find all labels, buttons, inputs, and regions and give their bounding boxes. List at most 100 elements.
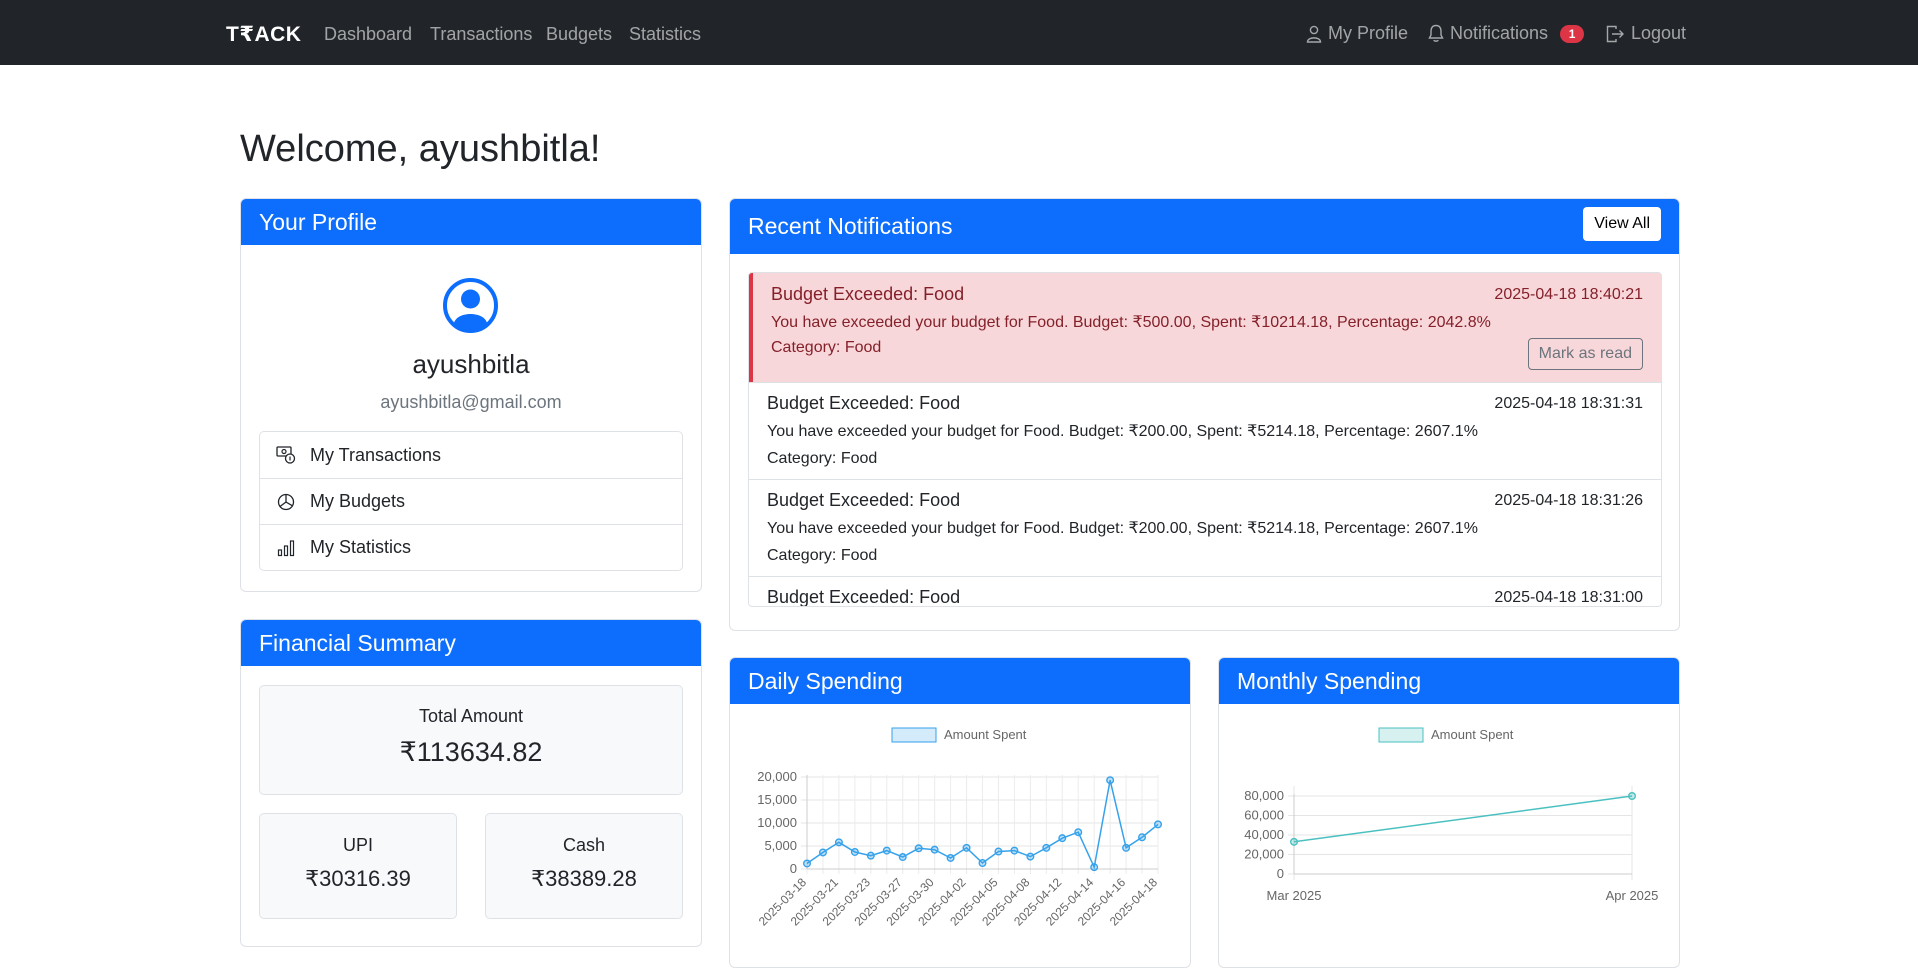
daily-spending-header: Daily Spending	[730, 658, 1190, 704]
data-point	[1042, 843, 1051, 852]
notification-time: 2025-04-18 18:31:00	[1494, 589, 1643, 606]
data-point	[834, 838, 843, 847]
notification-category: Category: Food	[767, 547, 878, 564]
notification-category: Category: Food	[767, 450, 878, 467]
data-point	[1074, 828, 1083, 837]
y-tick-label: 20,000	[1244, 847, 1284, 862]
data-point	[898, 853, 907, 862]
nav-my-profile[interactable]: My Profile	[1306, 23, 1408, 44]
nav-notifications-label: Notifications	[1450, 23, 1549, 43]
monthly-spending-chart: Amount Spent 0 20,000 40,000 60,000 80,000 Mar…	[1244, 727, 1659, 903]
total-amount-label: Total Amount	[418, 706, 524, 726]
data-point	[1154, 820, 1163, 829]
total-amount-box: Total Amount ₹113634.82	[259, 685, 683, 795]
data-point	[1122, 843, 1131, 852]
financial-summary-header: Financial Summary	[241, 620, 701, 666]
legend-swatch	[1378, 727, 1424, 743]
y-tick-label: 15,000	[757, 792, 797, 807]
recent-notifications-title: Recent Notifications	[748, 213, 953, 239]
notification-item: Budget Exceeded: Food 2025-04-18 18:31:2…	[749, 479, 1661, 576]
notification-item: Budget Exceeded: Food 2025-04-18 18:31:0…	[749, 576, 1661, 607]
legend-label: Amount Spent	[944, 727, 1027, 742]
upi-label: UPI	[342, 835, 373, 855]
nav-statistics[interactable]: Statistics	[629, 24, 701, 45]
nav-my-profile-label: My Profile	[1328, 23, 1409, 43]
profile-username: ayushbitla	[412, 349, 530, 379]
person-icon	[1306, 25, 1322, 43]
data-point	[1628, 791, 1637, 800]
notification-count-badge: 1	[1560, 24, 1585, 43]
notification-message: You have exceeded your budget for Food. …	[771, 314, 1491, 331]
x-tick-label: Mar 2025	[1267, 888, 1322, 903]
profile-links-list: My Transactions My Budgets My Statistics	[259, 431, 683, 571]
y-tick-label: 80,000	[1244, 788, 1284, 803]
y-tick-label: 0	[790, 861, 797, 876]
data-point	[1289, 837, 1298, 846]
bar-chart-icon	[276, 538, 296, 558]
welcome-heading: Welcome, ayushbitla!	[240, 128, 601, 170]
link-my-budgets-label: My Budgets	[310, 491, 406, 511]
y-tick-label: 5,000	[764, 838, 797, 853]
brand-logo[interactable]: T₹ACK	[226, 22, 301, 47]
data-point	[1010, 846, 1019, 855]
notification-title: Budget Exceeded: Food	[767, 587, 961, 607]
notification-title: Budget Exceeded: Food	[771, 284, 965, 304]
monthly-spending-header: Monthly Spending	[1219, 658, 1679, 704]
upi-box: UPI ₹30316.39	[259, 813, 457, 919]
notification-title: Budget Exceeded: Food	[767, 393, 961, 413]
data-point	[946, 853, 955, 862]
nav-notifications[interactable]: Notifications 1	[1428, 23, 1585, 44]
profile-email: ayushbitla@gmail.com	[380, 392, 562, 412]
nav-logout[interactable]: Logout	[1606, 23, 1686, 44]
link-my-transactions-label: My Transactions	[310, 444, 442, 465]
upi-value: ₹30316.39	[305, 866, 411, 891]
data-point	[802, 859, 811, 868]
y-tick-label: 40,000	[1244, 827, 1284, 842]
link-my-budgets[interactable]: My Budgets	[260, 478, 682, 524]
y-tick-label: 0	[1277, 866, 1284, 881]
view-all-button[interactable]: View All	[1583, 207, 1661, 241]
mark-as-read-button[interactable]: Mark as read	[1527, 338, 1643, 370]
profile-card: Your Profile ayushbitla ayushbitla@gmail…	[240, 198, 702, 592]
cash-label: Cash	[562, 835, 606, 855]
recent-notifications-card: Recent Notifications View All Budget Exc…	[729, 198, 1680, 631]
profile-card-header: Your Profile	[241, 199, 701, 245]
cash-box: Cash ₹38389.28	[485, 813, 683, 919]
link-my-transactions[interactable]: My Transactions	[260, 432, 682, 478]
data-point	[914, 844, 923, 853]
cash-coin-icon	[276, 445, 296, 465]
link-my-statistics-label: My Statistics	[310, 537, 412, 557]
data-point	[994, 847, 1003, 856]
y-tick-label: 20,000	[757, 769, 797, 784]
nav-budgets[interactable]: Budgets	[546, 24, 612, 45]
cash-value: ₹38389.28	[531, 866, 637, 891]
total-amount-value: ₹113634.82	[399, 737, 543, 767]
monthly-spending-card: Monthly Spending Amount Spent 0 20,000 40,0…	[1218, 657, 1680, 968]
data-point	[866, 851, 875, 860]
notifications-list[interactable]: Budget Exceeded: Food 2025-04-18 18:40:2…	[748, 272, 1662, 607]
y-tick-label: 10,000	[757, 815, 797, 830]
nav-transactions[interactable]: Transactions	[430, 24, 532, 45]
notification-time: 2025-04-18 18:31:26	[1494, 492, 1643, 509]
notification-item-unread: Budget Exceeded: Food 2025-04-18 18:40:2…	[749, 273, 1661, 382]
daily-spending-chart: Amount Spent05,00010,00015,00020,0002025…	[756, 727, 1163, 929]
data-point	[1138, 833, 1147, 842]
top-navbar: T₹ACK Dashboard Transactions Budgets Sta…	[0, 0, 1918, 65]
notification-item: Budget Exceeded: Food 2025-04-18 18:31:3…	[749, 382, 1661, 479]
daily-spending-card: Daily Spending Amount Spent 0 5,000 10,000 1…	[729, 657, 1191, 968]
nav-dashboard[interactable]: Dashboard	[324, 24, 412, 45]
data-point	[930, 845, 939, 854]
notification-time: 2025-04-18 18:40:21	[1494, 286, 1643, 303]
bell-icon	[1428, 24, 1444, 42]
notification-message: You have exceeded your budget for Food. …	[767, 520, 1478, 537]
logout-icon	[1606, 25, 1624, 42]
data-point	[1106, 776, 1115, 785]
data-point	[1058, 834, 1067, 843]
y-tick-label: 60,000	[1244, 808, 1284, 823]
data-point	[1026, 852, 1035, 861]
x-tick-label: Apr 2025	[1606, 888, 1659, 903]
data-point	[1090, 863, 1099, 872]
link-my-statistics[interactable]: My Statistics	[260, 524, 682, 570]
notification-category: Category: Food	[771, 339, 882, 356]
user-avatar-icon	[443, 278, 498, 333]
